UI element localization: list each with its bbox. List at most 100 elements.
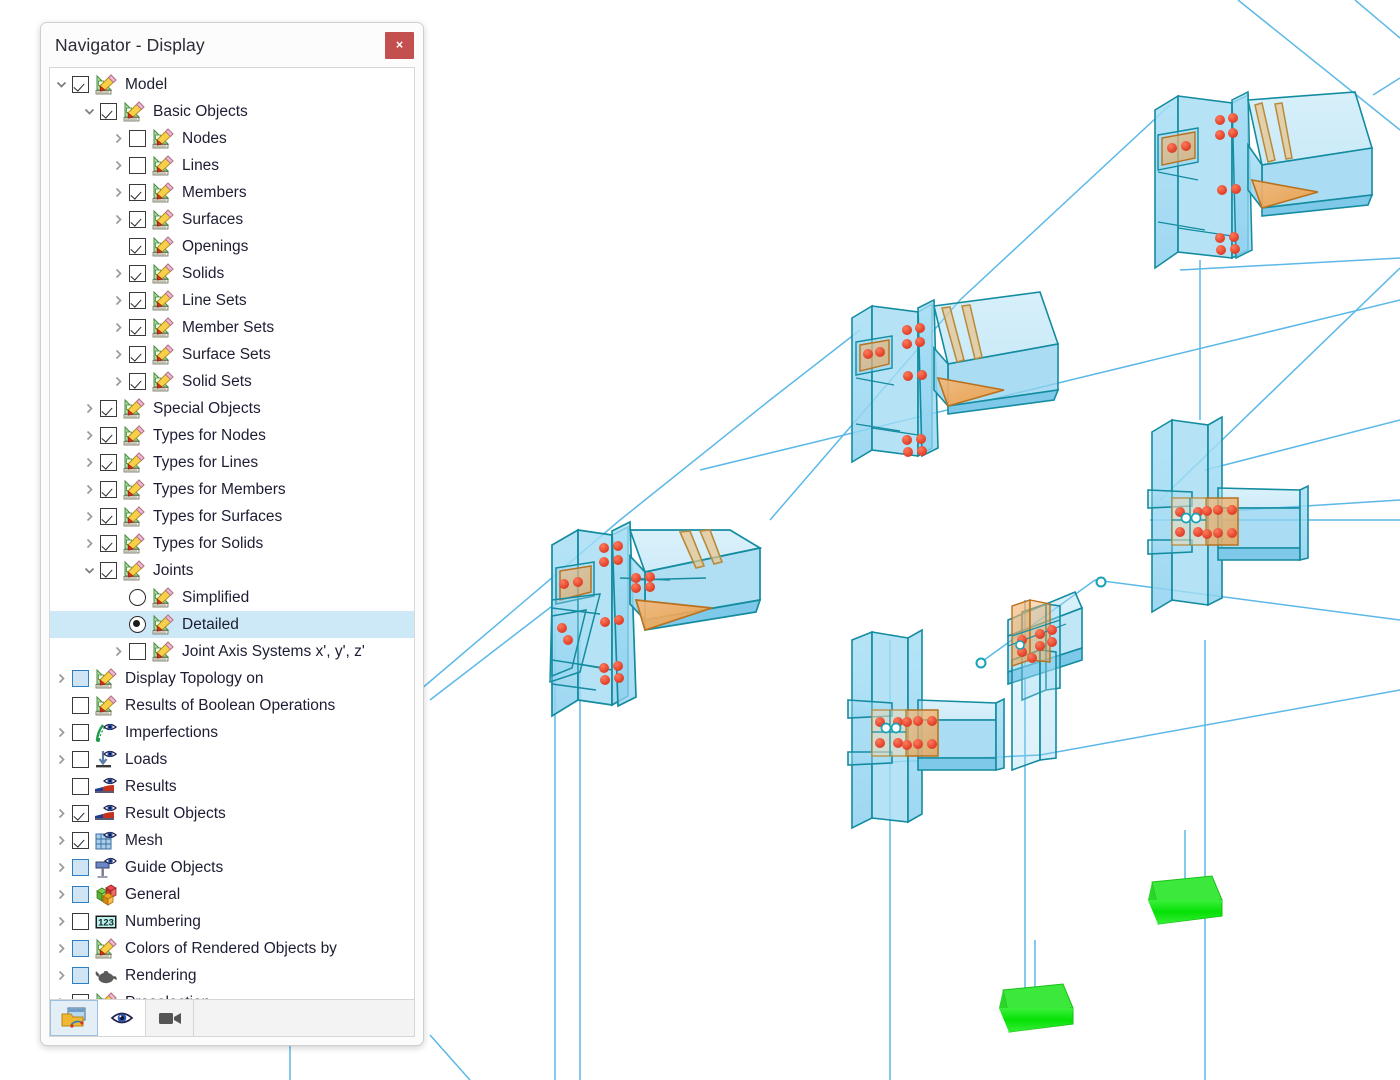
tree-row-special-objects[interactable]: Special Objects <box>50 395 414 422</box>
tree-row-colors-of-rendered-objects-by[interactable]: Colors of Rendered Objects by <box>50 935 414 962</box>
checkbox-imperfections[interactable] <box>72 724 89 741</box>
tree-row-surface-sets[interactable]: Surface Sets <box>50 341 414 368</box>
tree-row-types-for-surfaces[interactable]: Types for Surfaces <box>50 503 414 530</box>
chevron-down-icon[interactable] <box>53 71 70 98</box>
chevron-right-icon[interactable] <box>53 989 70 999</box>
checkbox-special-objects[interactable] <box>100 400 117 417</box>
checkbox-member-sets[interactable] <box>129 319 146 336</box>
checkbox-types-for-solids[interactable] <box>100 535 117 552</box>
tree-row-mesh[interactable]: Mesh <box>50 827 414 854</box>
checkbox-surfaces[interactable] <box>129 211 146 228</box>
checkbox-general[interactable] <box>72 886 89 903</box>
navigator-title-bar[interactable]: Navigator - Display × <box>41 23 423 67</box>
checkbox-display-topology-on[interactable] <box>72 670 89 687</box>
tree-row-openings[interactable]: Openings <box>50 233 414 260</box>
close-icon[interactable]: × <box>385 31 414 59</box>
checkbox-model[interactable] <box>72 76 89 93</box>
chevron-right-icon[interactable] <box>53 800 70 827</box>
checkbox-joints[interactable] <box>100 562 117 579</box>
tree-row-guide-objects[interactable]: Guide Objects <box>50 854 414 881</box>
chevron-right-icon[interactable] <box>110 260 127 287</box>
tree-row-basic-objects[interactable]: Basic Objects <box>50 98 414 125</box>
checkbox-loads[interactable] <box>72 751 89 768</box>
chevron-right-icon[interactable] <box>53 665 70 692</box>
chevron-right-icon[interactable] <box>81 476 98 503</box>
tree-row-joints[interactable]: Joints <box>50 557 414 584</box>
checkbox-types-for-lines[interactable] <box>100 454 117 471</box>
radio-detailed[interactable] <box>129 616 146 633</box>
checkbox-openings[interactable] <box>129 238 146 255</box>
checkbox-results[interactable] <box>72 778 89 795</box>
tree-row-line-sets[interactable]: Line Sets <box>50 287 414 314</box>
tree-row-solids[interactable]: Solids <box>50 260 414 287</box>
tree-row-rendering[interactable]: Rendering <box>50 962 414 989</box>
checkbox-basic-objects[interactable] <box>100 103 117 120</box>
tree-row-lines[interactable]: Lines <box>50 152 414 179</box>
chevron-right-icon[interactable] <box>110 125 127 152</box>
tree-row-display-topology-on[interactable]: Display Topology on <box>50 665 414 692</box>
checkbox-rendering[interactable] <box>72 967 89 984</box>
tree-row-surfaces[interactable]: Surfaces <box>50 206 414 233</box>
nodal-support-1[interactable] <box>999 983 1074 1033</box>
nodal-support-2[interactable] <box>1148 875 1223 925</box>
checkbox-line-sets[interactable] <box>129 292 146 309</box>
chevron-right-icon[interactable] <box>53 881 70 908</box>
navigator-display-tab[interactable] <box>98 1000 146 1036</box>
chevron-right-icon[interactable] <box>110 179 127 206</box>
chevron-right-icon[interactable] <box>110 152 127 179</box>
navigator-tab-toolbar[interactable] <box>49 999 415 1037</box>
tree-row-types-for-nodes[interactable]: Types for Nodes <box>50 422 414 449</box>
haunch-joint-middle[interactable] <box>851 291 1060 464</box>
chevron-right-icon[interactable] <box>53 908 70 935</box>
chevron-right-icon[interactable] <box>53 719 70 746</box>
chevron-right-icon[interactable] <box>81 422 98 449</box>
chevron-right-icon[interactable] <box>110 206 127 233</box>
tree-row-numbering[interactable]: 123 Numbering <box>50 908 414 935</box>
navigator-tree-container[interactable]: Model Basic Objects Nodes Lines Members Surfa… <box>49 67 415 999</box>
checkbox-types-for-surfaces[interactable] <box>100 508 117 525</box>
checkbox-solid-sets[interactable] <box>129 373 146 390</box>
tree-row-joint-axis-systems-x-y-z[interactable]: Joint Axis Systems x', y', z' <box>50 638 414 665</box>
checkbox-result-objects[interactable] <box>72 805 89 822</box>
chevron-right-icon[interactable] <box>53 746 70 773</box>
chevron-right-icon[interactable] <box>53 854 70 881</box>
tree-row-types-for-members[interactable]: Types for Members <box>50 476 414 503</box>
tree-row-types-for-solids[interactable]: Types for Solids <box>50 530 414 557</box>
tree-row-general[interactable]: General <box>50 881 414 908</box>
beam-splice-joint[interactable] <box>1007 590 1084 772</box>
checkbox-lines[interactable] <box>129 157 146 174</box>
chevron-right-icon[interactable] <box>53 935 70 962</box>
chevron-right-icon[interactable] <box>110 368 127 395</box>
chevron-right-icon[interactable] <box>53 962 70 989</box>
radio-simplified[interactable] <box>129 589 146 606</box>
tree-row-members[interactable]: Members <box>50 179 414 206</box>
tree-row-result-objects[interactable]: Result Objects <box>50 800 414 827</box>
tree-row-results-of-boolean-operations[interactable]: Results of Boolean Operations <box>50 692 414 719</box>
tree-row-preselection[interactable]: Preselection <box>50 989 414 999</box>
tree-row-results[interactable]: Results <box>50 773 414 800</box>
checkbox-types-for-members[interactable] <box>100 481 117 498</box>
checkbox-guide-objects[interactable] <box>72 859 89 876</box>
navigator-views-tab[interactable] <box>146 1000 194 1036</box>
checkbox-preselection[interactable] <box>72 994 89 999</box>
tree-row-loads[interactable]: Loads <box>50 746 414 773</box>
column-beam-joint-right[interactable] <box>1147 415 1309 614</box>
haunch-joint-left[interactable] <box>549 520 763 718</box>
tree-row-member-sets[interactable]: Member Sets <box>50 314 414 341</box>
chevron-right-icon[interactable] <box>81 503 98 530</box>
chevron-right-icon[interactable] <box>81 395 98 422</box>
navigator-model-tab[interactable] <box>50 1000 98 1036</box>
chevron-down-icon[interactable] <box>81 98 98 125</box>
haunch-joint-top-right[interactable] <box>1154 90 1374 270</box>
chevron-right-icon[interactable] <box>53 827 70 854</box>
chevron-down-icon[interactable] <box>81 557 98 584</box>
chevron-right-icon[interactable] <box>81 530 98 557</box>
checkbox-results-of-boolean-operations[interactable] <box>72 697 89 714</box>
chevron-right-icon[interactable] <box>110 287 127 314</box>
tree-row-imperfections[interactable]: Imperfections <box>50 719 414 746</box>
tree-row-solid-sets[interactable]: Solid Sets <box>50 368 414 395</box>
chevron-right-icon[interactable] <box>81 449 98 476</box>
checkbox-surface-sets[interactable] <box>129 346 146 363</box>
checkbox-solids[interactable] <box>129 265 146 282</box>
chevron-right-icon[interactable] <box>110 638 127 665</box>
